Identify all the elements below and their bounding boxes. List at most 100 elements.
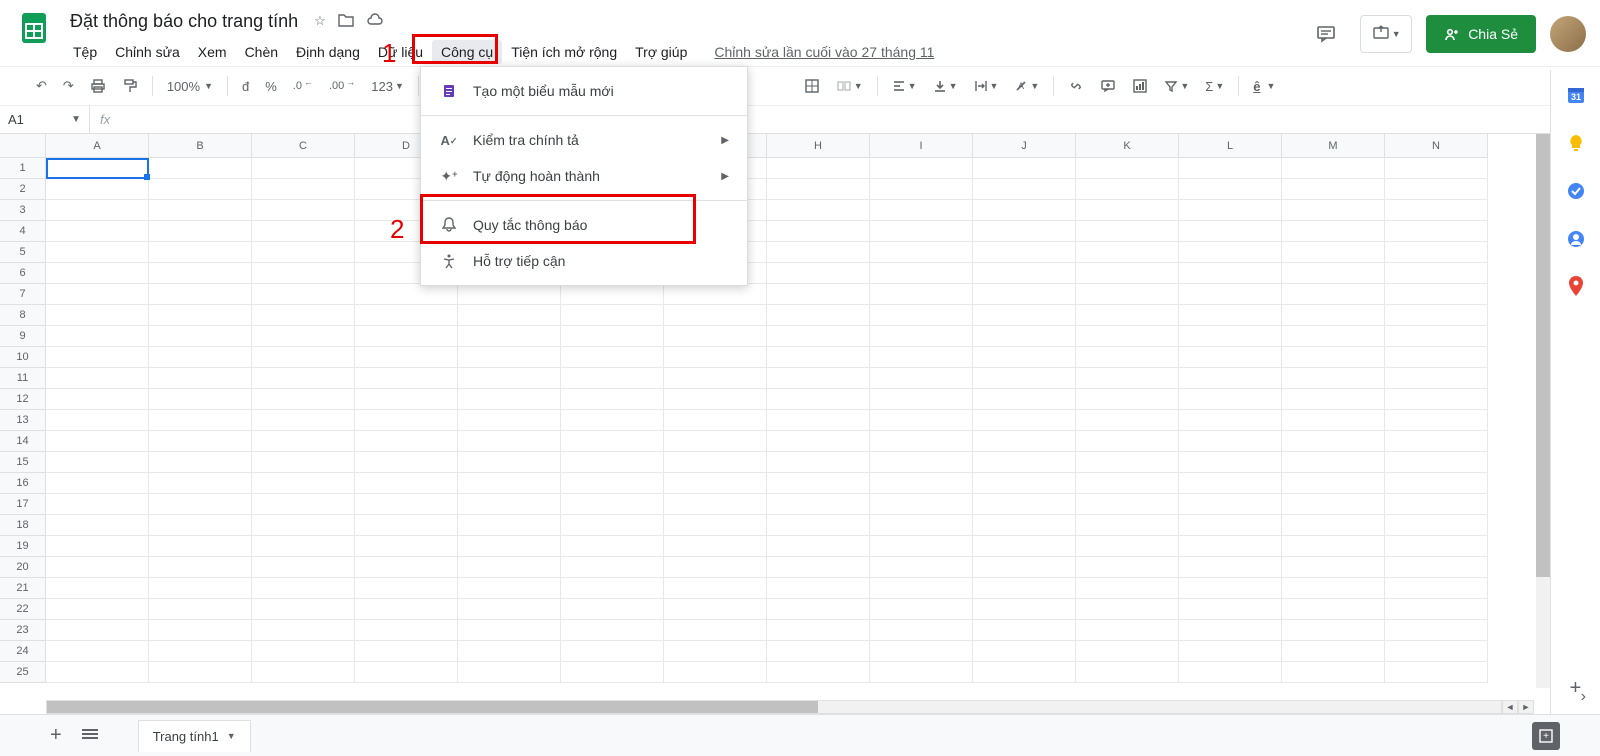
- cell[interactable]: [1385, 263, 1488, 284]
- cell[interactable]: [149, 452, 252, 473]
- cell[interactable]: [1385, 242, 1488, 263]
- cell[interactable]: [1076, 242, 1179, 263]
- cell[interactable]: [767, 242, 870, 263]
- cell[interactable]: [561, 536, 664, 557]
- col-header[interactable]: C: [252, 134, 355, 157]
- cell[interactable]: [1076, 641, 1179, 662]
- cell[interactable]: [252, 452, 355, 473]
- cell[interactable]: [1385, 221, 1488, 242]
- row-header[interactable]: 25: [0, 662, 45, 683]
- cell[interactable]: [355, 557, 458, 578]
- cell[interactable]: [355, 305, 458, 326]
- cell[interactable]: [1282, 179, 1385, 200]
- row-header[interactable]: 10: [0, 347, 45, 368]
- sheet-tab[interactable]: Trang tính1▼: [138, 720, 251, 752]
- cell[interactable]: [355, 536, 458, 557]
- cell[interactable]: [870, 242, 973, 263]
- cell[interactable]: [973, 221, 1076, 242]
- cell[interactable]: [149, 515, 252, 536]
- cell[interactable]: [973, 452, 1076, 473]
- cell[interactable]: [767, 200, 870, 221]
- cell[interactable]: [767, 452, 870, 473]
- cell[interactable]: [767, 494, 870, 515]
- cell[interactable]: [1179, 557, 1282, 578]
- cloud-icon[interactable]: [366, 13, 384, 30]
- cell[interactable]: [149, 557, 252, 578]
- cell[interactable]: [1282, 620, 1385, 641]
- row-header[interactable]: 24: [0, 641, 45, 662]
- cell[interactable]: [1282, 557, 1385, 578]
- cell[interactable]: [458, 431, 561, 452]
- vertical-scrollbar[interactable]: [1536, 134, 1550, 688]
- cell[interactable]: [664, 536, 767, 557]
- cell[interactable]: [1076, 410, 1179, 431]
- row-header[interactable]: 21: [0, 578, 45, 599]
- cell[interactable]: [664, 368, 767, 389]
- cell[interactable]: [149, 221, 252, 242]
- cell[interactable]: [1076, 620, 1179, 641]
- share-button[interactable]: Chia Sẻ: [1426, 15, 1536, 53]
- cell[interactable]: [458, 347, 561, 368]
- cell[interactable]: [252, 284, 355, 305]
- comments-icon[interactable]: [1306, 14, 1346, 54]
- cell[interactable]: [355, 515, 458, 536]
- cell[interactable]: [1282, 473, 1385, 494]
- cell[interactable]: [252, 326, 355, 347]
- cell[interactable]: [664, 599, 767, 620]
- merge-button[interactable]: ▼: [830, 74, 869, 98]
- cell[interactable]: [1179, 452, 1282, 473]
- borders-button[interactable]: [798, 74, 826, 98]
- last-edit-link[interactable]: Chỉnh sửa lần cuối vào 27 tháng 11: [714, 44, 934, 60]
- cell[interactable]: [664, 473, 767, 494]
- cell[interactable]: [973, 158, 1076, 179]
- cell[interactable]: [458, 410, 561, 431]
- cell[interactable]: [561, 578, 664, 599]
- cell[interactable]: [1385, 641, 1488, 662]
- cell[interactable]: [664, 389, 767, 410]
- cell[interactable]: [870, 326, 973, 347]
- cell[interactable]: [767, 389, 870, 410]
- col-header[interactable]: M: [1282, 134, 1385, 157]
- cell[interactable]: [458, 368, 561, 389]
- cell[interactable]: [149, 263, 252, 284]
- cell[interactable]: [870, 620, 973, 641]
- cell[interactable]: [561, 557, 664, 578]
- percent-button[interactable]: %: [259, 75, 283, 98]
- cell[interactable]: [355, 641, 458, 662]
- cell[interactable]: [1179, 578, 1282, 599]
- cell[interactable]: [973, 179, 1076, 200]
- menu-chỉnh-sửa[interactable]: Chỉnh sửa: [106, 40, 189, 64]
- keep-icon[interactable]: [1565, 132, 1587, 154]
- row-header[interactable]: 2: [0, 179, 45, 200]
- cell[interactable]: [458, 326, 561, 347]
- cell[interactable]: [1282, 662, 1385, 683]
- cell[interactable]: [1179, 599, 1282, 620]
- cell[interactable]: [1385, 578, 1488, 599]
- link-button[interactable]: [1062, 74, 1090, 98]
- cell[interactable]: [870, 284, 973, 305]
- explore-button[interactable]: +: [1532, 722, 1560, 750]
- row-header[interactable]: 23: [0, 620, 45, 641]
- cell[interactable]: [1385, 452, 1488, 473]
- cell[interactable]: [973, 200, 1076, 221]
- tasks-icon[interactable]: [1565, 180, 1587, 202]
- cell[interactable]: [1385, 179, 1488, 200]
- cell[interactable]: [1076, 536, 1179, 557]
- cell[interactable]: [973, 431, 1076, 452]
- chart-button[interactable]: [1126, 74, 1154, 98]
- cell[interactable]: [46, 284, 149, 305]
- cell[interactable]: [46, 158, 149, 179]
- cell[interactable]: [1282, 284, 1385, 305]
- cell[interactable]: [149, 389, 252, 410]
- cell[interactable]: [355, 431, 458, 452]
- cell[interactable]: [767, 305, 870, 326]
- cell[interactable]: [1179, 515, 1282, 536]
- cell[interactable]: [355, 662, 458, 683]
- cell[interactable]: [252, 179, 355, 200]
- cell[interactable]: [561, 641, 664, 662]
- cell[interactable]: [767, 473, 870, 494]
- cell[interactable]: [149, 599, 252, 620]
- cell[interactable]: [1179, 284, 1282, 305]
- cell[interactable]: [46, 305, 149, 326]
- menu-chèn[interactable]: Chèn: [236, 40, 287, 64]
